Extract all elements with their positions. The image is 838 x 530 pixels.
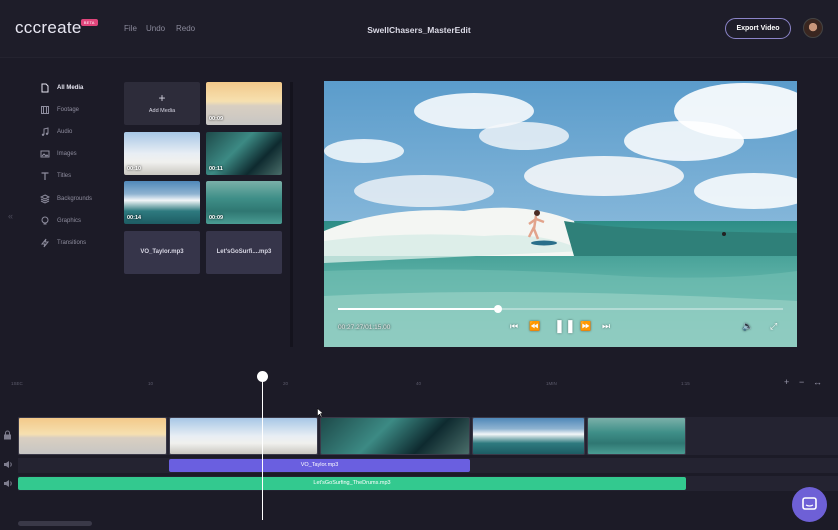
sidebar-item-graphics[interactable]: Graphics [40, 214, 81, 228]
project-title[interactable]: SwellChasers_MasterEdit [0, 25, 838, 35]
sidebar-item-label: Images [57, 151, 77, 157]
audio-file-name: VO_Taylor.mp3 [140, 249, 184, 255]
zoom-out-icon[interactable]: − [799, 377, 804, 387]
music-audio-clip[interactable]: Let'sGoSurfing_TheDrums.mp3 [18, 477, 686, 490]
skip-forward-icon[interactable]: ⏭ [602, 321, 610, 332]
timecode-display: 00:27.27/01:15.00 [338, 324, 391, 331]
zoom-in-icon[interactable]: + [784, 377, 789, 387]
media-tile-clip-5[interactable]: 00:09 [206, 181, 282, 224]
media-tile-audio-music[interactable]: Let'sGoSurfi....mp3 [206, 231, 282, 274]
file-icon [40, 83, 50, 93]
panel-divider[interactable] [290, 82, 293, 347]
sidebar-item-footage[interactable]: Footage [40, 103, 79, 117]
sidebar-item-all-media[interactable]: All Media [40, 81, 83, 95]
chat-icon [802, 497, 817, 510]
graphics-icon [40, 216, 50, 226]
video-preview[interactable]: 00:27.27/01:15.00 ⏮ ⏪ ❚❚ ⏩ ⏭ 🔈 ⤢ [324, 81, 797, 347]
pause-icon[interactable]: ❚❚ [554, 318, 576, 334]
ruler-label: 20 [283, 381, 289, 386]
timeline-clip-1[interactable] [18, 417, 167, 455]
media-tile-audio-vo[interactable]: VO_Taylor.mp3 [124, 231, 200, 274]
export-video-button[interactable]: Export Video [725, 18, 791, 39]
sidebar-item-audio[interactable]: Audio [40, 125, 72, 139]
scrubber-progress [338, 308, 499, 310]
editor-app: cccreate BETA File Undo Redo SwellChaser… [0, 0, 838, 530]
sidebar-item-label: Audio [57, 129, 73, 135]
video-scrubber[interactable] [338, 305, 783, 313]
image-icon [40, 149, 50, 159]
media-tile-clip-2[interactable]: 00:10 [124, 132, 200, 175]
sidebar-item-label: Titles [57, 173, 72, 179]
timeline-clip-2[interactable] [169, 417, 318, 455]
media-tile-clip-3[interactable]: 00:11 [206, 132, 282, 175]
ruler-label: 1SEC [11, 381, 23, 386]
playhead-line [262, 375, 263, 520]
rewind-icon[interactable]: ⏪ [529, 321, 540, 332]
clip-duration: 00:14 [127, 215, 142, 221]
clip-duration: 00:10 [127, 166, 142, 172]
top-bar: cccreate BETA File Undo Redo SwellChaser… [0, 0, 838, 58]
voiceover-audio-clip[interactable]: VO_Taylor.mp3 [169, 459, 470, 472]
clip-duration: 00:11 [209, 166, 223, 172]
timeline-clip-4[interactable] [472, 417, 585, 455]
music-icon [40, 127, 50, 137]
collapse-sidebar-icon[interactable]: « [8, 211, 13, 221]
ruler-label: 1MIN [546, 381, 557, 386]
sidebar-item-label: Footage [57, 107, 80, 113]
film-icon [40, 105, 50, 115]
sidebar-item-label: Graphics [57, 218, 82, 224]
ruler-label: 10 [148, 381, 154, 386]
sidebar-item-titles[interactable]: Titles [40, 169, 71, 183]
clip-duration: 00:09 [209, 215, 224, 221]
audio-file-name: Let'sGoSurfi....mp3 [216, 249, 272, 255]
transitions-icon [40, 238, 50, 248]
layers-icon [40, 194, 50, 204]
lock-icon[interactable] [3, 430, 12, 442]
add-media-button[interactable]: + Add Media [124, 82, 200, 125]
fit-timeline-icon[interactable]: ↔ [813, 377, 822, 387]
playhead-handle[interactable] [257, 371, 268, 382]
timeline-clip-5[interactable] [587, 417, 686, 455]
volume-icon[interactable]: 🔈 [742, 321, 753, 332]
sidebar-item-label: All Media [57, 85, 84, 91]
plus-icon: + [158, 91, 166, 105]
text-icon [40, 171, 50, 181]
sidebar-item-label: Backgrounds [57, 196, 93, 202]
clip-duration: 00:09 [209, 116, 224, 122]
add-media-label: Add Media [148, 108, 176, 114]
timeline-clip-3[interactable] [320, 417, 470, 455]
media-tile-clip-1[interactable]: 00:09 [206, 82, 282, 125]
sidebar-item-images[interactable]: Images [40, 147, 77, 161]
fast-forward-icon[interactable]: ⏩ [580, 321, 591, 332]
ruler-label: 40 [416, 381, 422, 386]
sidebar-item-backgrounds[interactable]: Backgrounds [40, 192, 92, 206]
timeline-scrollbar[interactable] [18, 521, 92, 526]
user-avatar[interactable] [803, 18, 823, 38]
ruler-label: 1:15 [681, 381, 690, 386]
sidebar-item-transitions[interactable]: Transitions [40, 236, 86, 250]
chat-support-button[interactable] [792, 487, 827, 522]
speaker-icon[interactable] [3, 460, 13, 471]
fullscreen-icon[interactable]: ⤢ [770, 321, 777, 332]
mouse-cursor-icon [317, 408, 324, 418]
media-tile-clip-4[interactable]: 00:14 [124, 181, 200, 224]
speaker-icon[interactable] [3, 479, 13, 490]
sidebar-item-label: Transitions [57, 240, 87, 246]
skip-back-icon[interactable]: ⏮ [510, 321, 518, 332]
